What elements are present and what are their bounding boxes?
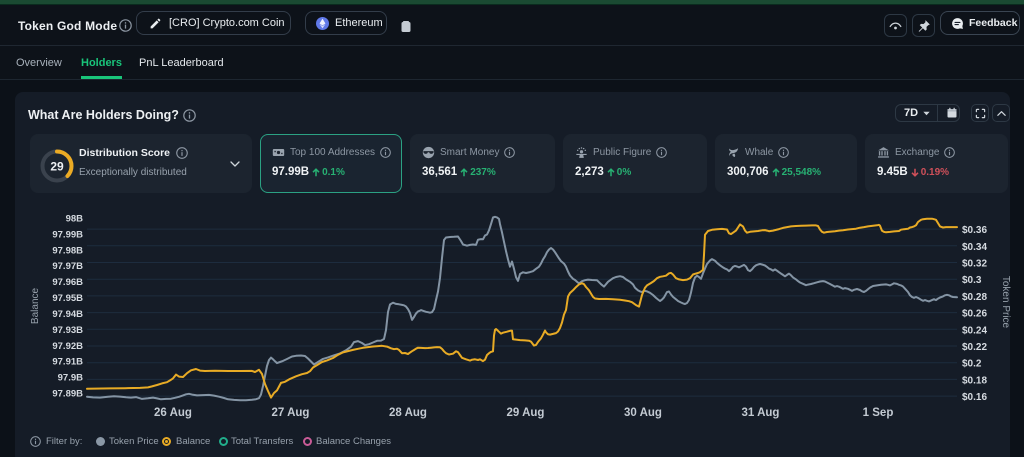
svg-text:$0.2: $0.2 bbox=[962, 359, 982, 370]
svg-text:26 Aug: 26 Aug bbox=[154, 407, 192, 419]
svg-text:97.98B: 97.98B bbox=[52, 245, 83, 256]
svg-text:1 Sep: 1 Sep bbox=[863, 407, 894, 419]
svg-text:$0.26: $0.26 bbox=[962, 309, 987, 320]
svg-text:97.96B: 97.96B bbox=[52, 277, 83, 288]
svg-text:$0.28: $0.28 bbox=[962, 292, 987, 303]
svg-text:97.91B: 97.91B bbox=[52, 357, 83, 368]
svg-text:97.92B: 97.92B bbox=[52, 341, 83, 352]
svg-text:$0.34: $0.34 bbox=[962, 242, 987, 253]
svg-text:97.97B: 97.97B bbox=[52, 261, 83, 272]
svg-text:97.93B: 97.93B bbox=[52, 325, 83, 336]
svg-text:97.95B: 97.95B bbox=[52, 293, 83, 304]
svg-text:97.9B: 97.9B bbox=[58, 373, 83, 384]
svg-text:97.99B: 97.99B bbox=[52, 229, 83, 240]
svg-text:29 Aug: 29 Aug bbox=[507, 407, 545, 419]
svg-text:28 Aug: 28 Aug bbox=[389, 407, 427, 419]
svg-text:30 Aug: 30 Aug bbox=[624, 407, 662, 419]
svg-text:Balance: Balance bbox=[30, 287, 41, 324]
svg-text:$0.16: $0.16 bbox=[962, 392, 987, 403]
svg-text:$0.32: $0.32 bbox=[962, 259, 987, 270]
svg-text:31 Aug: 31 Aug bbox=[742, 407, 780, 419]
svg-text:$0.3: $0.3 bbox=[962, 275, 982, 286]
svg-text:97.89B: 97.89B bbox=[52, 389, 83, 400]
svg-text:27 Aug: 27 Aug bbox=[272, 407, 310, 419]
svg-text:29: 29 bbox=[50, 160, 64, 174]
svg-text:97.94B: 97.94B bbox=[52, 309, 83, 320]
svg-text:Token Price: Token Price bbox=[1000, 276, 1011, 329]
svg-text:$0.18: $0.18 bbox=[962, 375, 987, 386]
svg-text:98B: 98B bbox=[66, 214, 84, 225]
svg-text:$0.36: $0.36 bbox=[962, 225, 987, 236]
svg-text:$0.22: $0.22 bbox=[962, 342, 987, 353]
svg-text:$0.24: $0.24 bbox=[962, 325, 987, 336]
